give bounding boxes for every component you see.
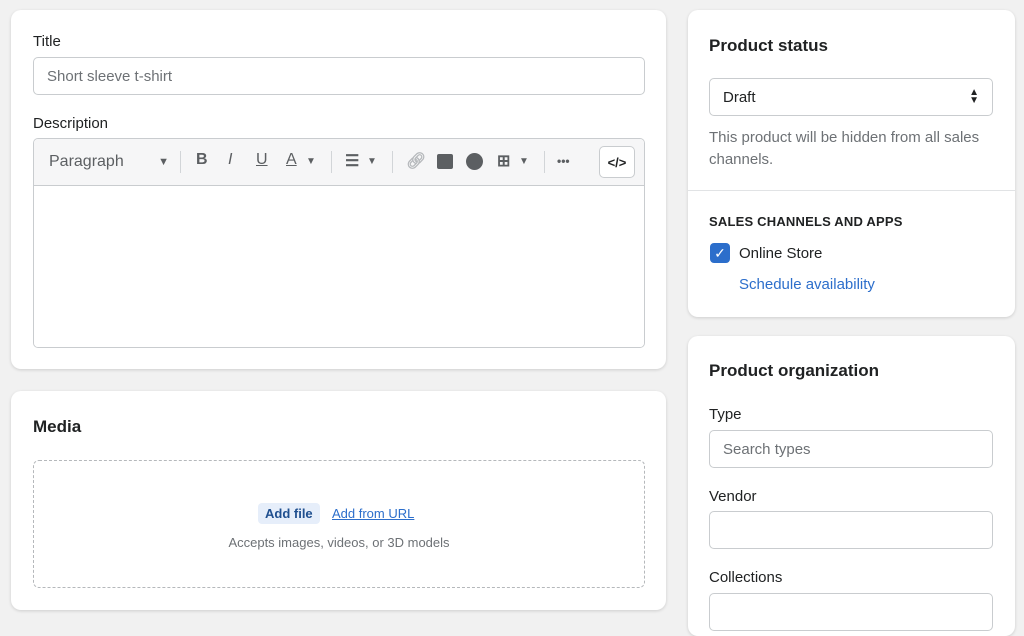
chevron-down-icon: ▼ [306, 156, 316, 167]
vendor-label: Vendor [709, 488, 757, 505]
sales-channels-heading: SALES CHANNELS AND APPS [709, 214, 903, 229]
type-label: Type [709, 406, 742, 423]
rich-text-editor: Paragraph ▼ B I U A ▼ ☰ ▼ 🔗︎ ⊞ ▼ ••• </> [33, 138, 645, 348]
media-hint: Accepts images, videos, or 3D models [228, 535, 450, 550]
image-icon[interactable] [437, 154, 453, 169]
online-store-label: Online Store [739, 245, 823, 262]
format-label: Paragraph [49, 153, 124, 170]
product-status-title: Product status [709, 36, 829, 55]
underline-icon[interactable]: U [256, 151, 268, 169]
media-title: Media [33, 417, 82, 436]
text-color-icon[interactable]: A [286, 151, 297, 169]
add-file-button[interactable]: Add file [258, 503, 320, 524]
product-organization-card: Product organization Type Search types V… [688, 336, 1015, 636]
select-arrows-icon: ▲ ▼ [969, 87, 979, 106]
product-status-card: Product status Draft ▲ ▼ This product will… [688, 10, 1015, 317]
divider [688, 190, 1015, 191]
online-store-checkbox[interactable]: ✓ [710, 243, 730, 263]
editor-toolbar: Paragraph ▼ B I U A ▼ ☰ ▼ 🔗︎ ⊞ ▼ ••• </> [34, 139, 644, 186]
status-help-text: This product will be hidden from all sal… [709, 129, 980, 168]
italic-icon[interactable]: I [228, 151, 232, 169]
title-input[interactable]: Short sleeve t-shirt [33, 57, 645, 95]
status-select[interactable]: Draft ▲ ▼ [709, 78, 993, 116]
vendor-input[interactable] [709, 511, 993, 549]
status-value: Draft [723, 88, 756, 106]
editor-body[interactable] [34, 186, 644, 347]
title-description-card: Title Short sleeve t-shirt Description P… [11, 10, 666, 369]
collections-input[interactable] [709, 593, 993, 631]
link-icon[interactable]: 🔗︎ [406, 151, 426, 171]
table-icon[interactable]: ⊞ [497, 151, 510, 171]
format-select[interactable]: Paragraph ▼ [49, 153, 169, 171]
bold-icon[interactable]: B [196, 151, 208, 169]
description-label: Description [33, 115, 109, 132]
code-view-button[interactable]: </> [599, 146, 635, 178]
title-label: Title [33, 33, 61, 50]
media-dropzone[interactable]: Add file Add from URL Accepts images, vi… [33, 460, 645, 588]
video-icon[interactable] [466, 153, 483, 170]
product-organization-title: Product organization [709, 361, 879, 380]
collections-label: Collections [709, 569, 783, 586]
schedule-availability-link[interactable]: Schedule availability [739, 276, 875, 293]
chevron-down-icon: ▼ [519, 156, 529, 167]
media-card: Media Add file Add from URL Accepts imag… [11, 391, 666, 610]
chevron-down-icon: ▼ [367, 156, 377, 167]
chevron-down-icon: ▼ [158, 156, 169, 168]
align-icon[interactable]: ☰ [345, 151, 359, 171]
add-from-url-link[interactable]: Add from URL [332, 506, 414, 521]
more-icon[interactable]: ••• [557, 154, 570, 168]
type-input[interactable]: Search types [709, 430, 993, 468]
